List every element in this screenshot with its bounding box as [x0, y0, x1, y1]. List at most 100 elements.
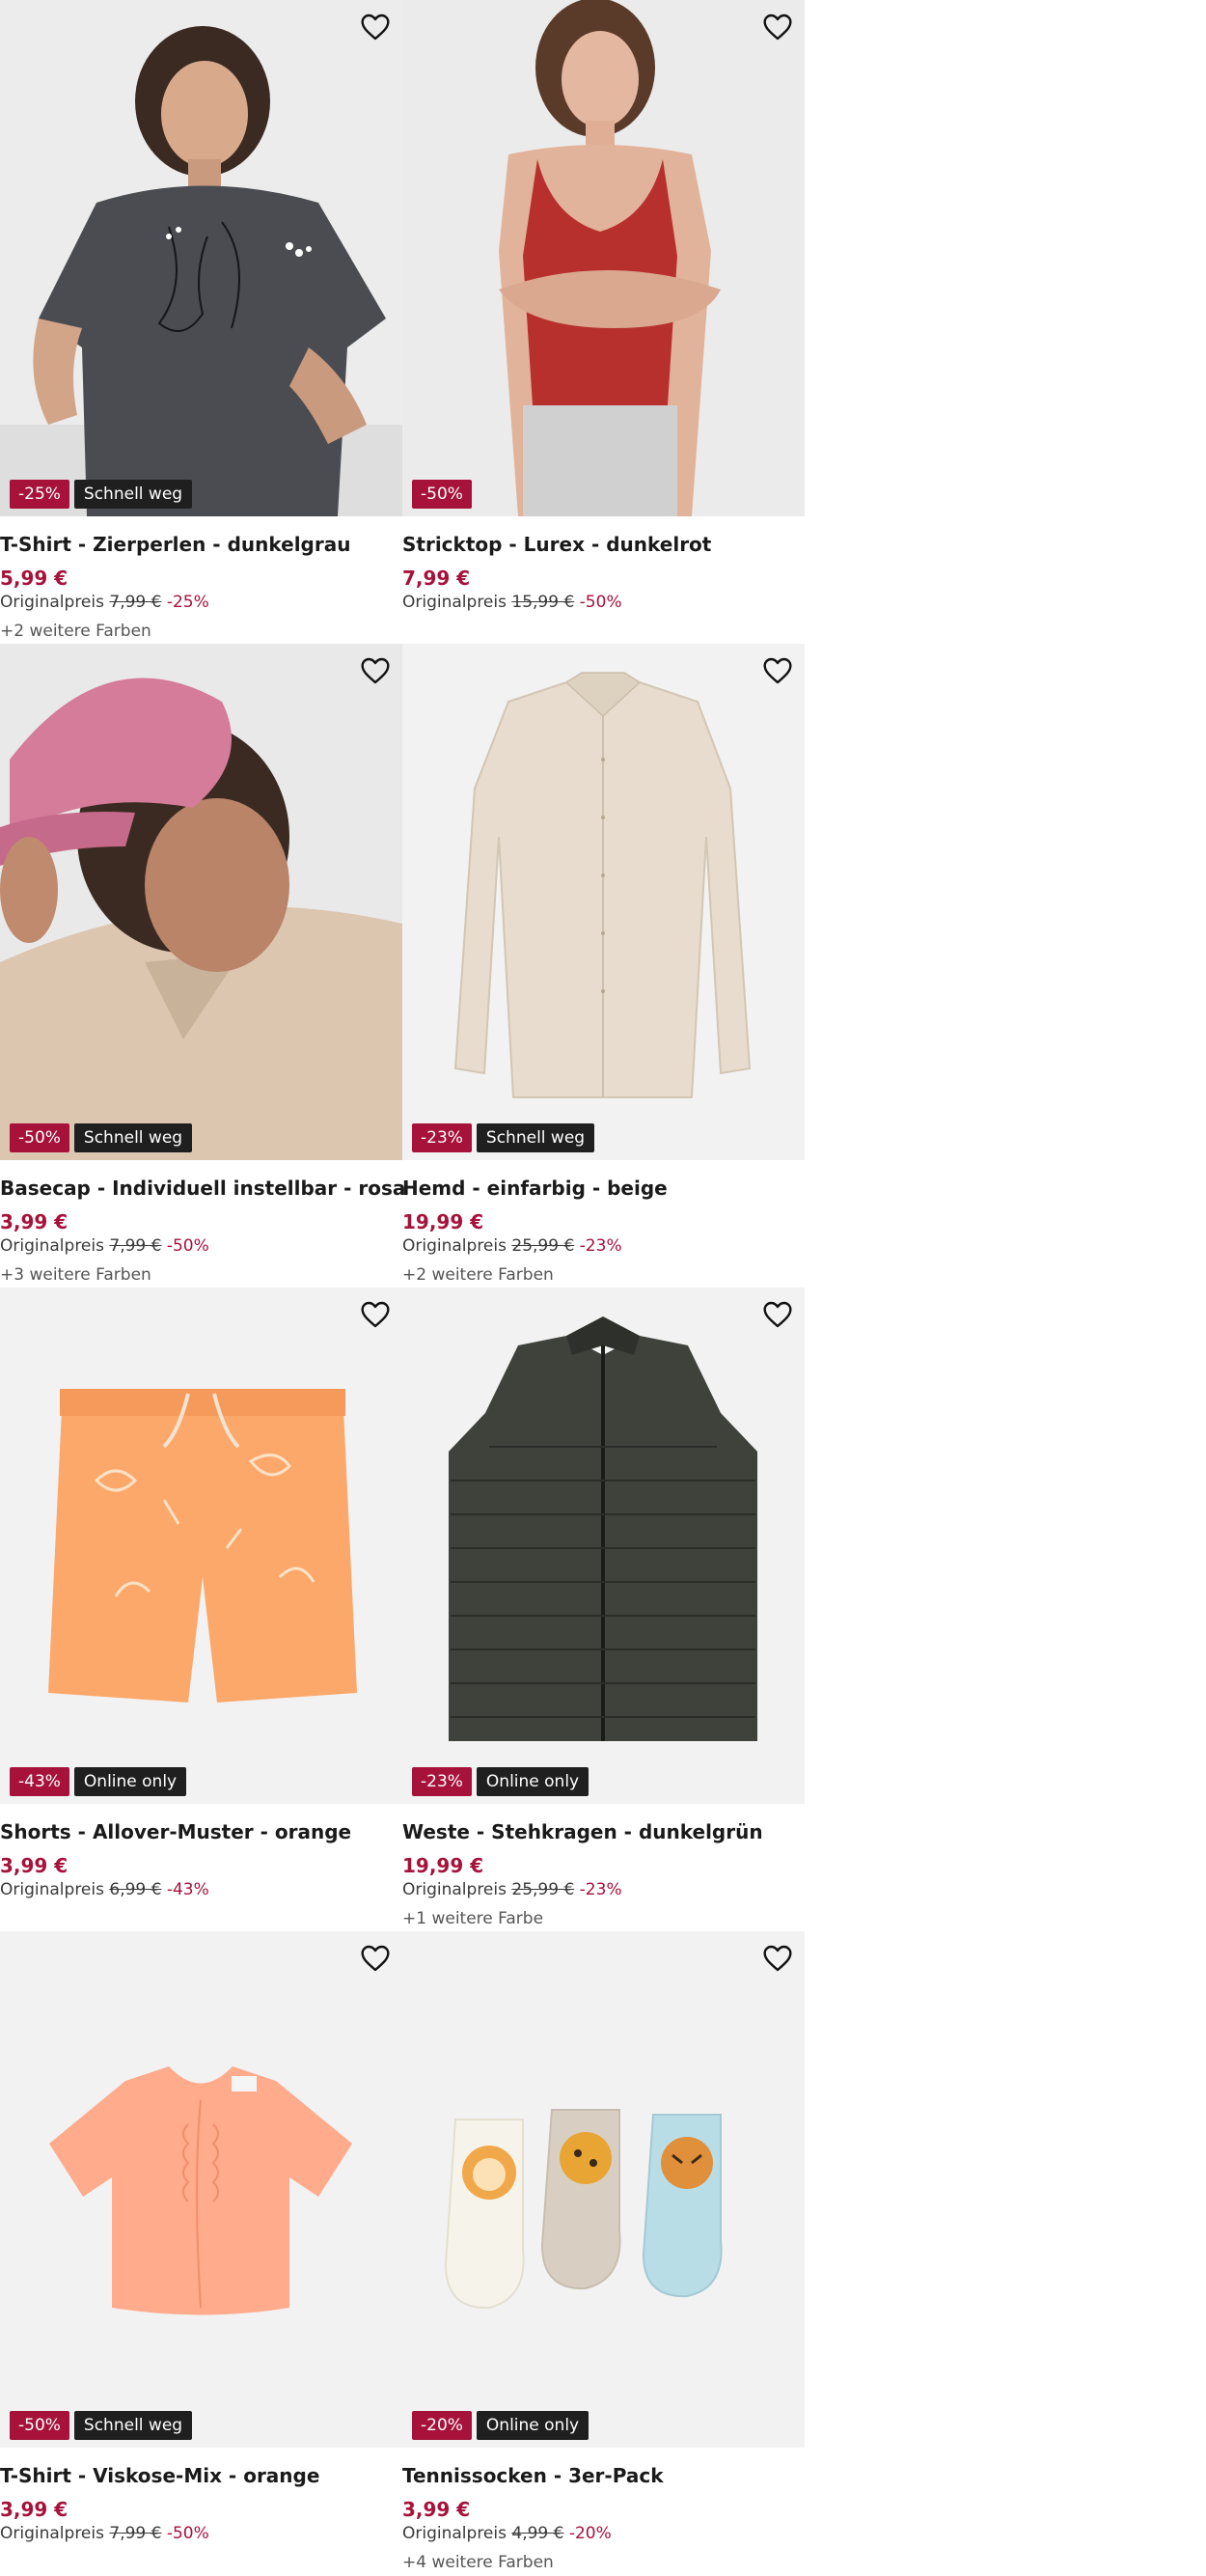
product-price: 19,99 €: [402, 1210, 484, 1233]
product-photo-orange-shorts: [0, 1288, 402, 1804]
more-colors-link[interactable]: +2 weitere Farben: [402, 1265, 554, 1285]
product-price: 3,99 €: [402, 2498, 471, 2521]
badge-row: -50% Schnell weg: [10, 1123, 193, 1152]
discount-percent: -25%: [166, 593, 209, 612]
wishlist-button[interactable]: [359, 655, 392, 686]
product-image[interactable]: -43% Online only: [0, 1288, 402, 1804]
status-badge: Online only: [73, 1767, 187, 1796]
badge-row: -50%: [412, 480, 472, 509]
discount-badge: -23%: [412, 1123, 472, 1152]
product-card[interactable]: -50% Schnell weg T-Shirt - Viskose-Mix -…: [0, 1931, 402, 2575]
status-badge: Online only: [476, 2411, 589, 2440]
product-photo-red-knit-top: [402, 0, 805, 516]
product-price: 5,99 €: [0, 567, 69, 590]
more-colors-link[interactable]: +2 weitere Farben: [0, 622, 151, 641]
product-card[interactable]: -25% Schnell weg T-Shirt - Zierperlen - …: [0, 0, 402, 644]
original-price-row: Originalpreis 7,99 € -50%: [0, 2524, 209, 2543]
product-photo-green-puffer-vest: [402, 1288, 805, 1804]
product-title[interactable]: Hemd - einfarbig - beige: [402, 1177, 668, 1200]
status-badge: Online only: [476, 1767, 589, 1796]
discount-percent: -20%: [568, 2524, 612, 2543]
heart-outline-icon: [763, 14, 792, 41]
heart-outline-icon: [763, 1301, 792, 1328]
badge-row: -20% Online only: [412, 2411, 589, 2440]
product-card[interactable]: -43% Online only Shorts - Allover-Muster…: [0, 1288, 402, 1931]
original-price-row: Originalpreis 25,99 € -23%: [402, 1236, 622, 1256]
product-price: 3,99 €: [0, 1854, 69, 1877]
product-title[interactable]: T-Shirt - Zierperlen - dunkelgrau: [0, 533, 350, 556]
original-price: 15,99 €: [511, 593, 575, 612]
product-photo-grey-tshirt: [0, 0, 402, 516]
more-colors-link[interactable]: +1 weitere Farbe: [402, 1909, 543, 1928]
original-price: 7,99 €: [109, 593, 162, 612]
product-image[interactable]: -50%: [402, 0, 805, 516]
product-photo-pink-cap: [0, 644, 402, 1160]
product-card[interactable]: -23% Schnell weg Hemd - einfarbig - beig…: [402, 644, 805, 1288]
wishlist-button[interactable]: [761, 1943, 794, 1974]
wishlist-button[interactable]: [359, 12, 392, 42]
original-price-label: Originalpreis: [402, 2524, 507, 2543]
discount-badge: -20%: [412, 2411, 472, 2440]
product-image[interactable]: -25% Schnell weg: [0, 0, 402, 516]
heart-outline-icon: [361, 14, 390, 41]
wishlist-button[interactable]: [359, 1943, 392, 1974]
product-title[interactable]: Stricktop - Lurex - dunkelrot: [402, 533, 711, 556]
product-image[interactable]: -20% Online only: [402, 1931, 805, 2448]
original-price-label: Originalpreis: [0, 1880, 104, 1899]
product-title[interactable]: T-Shirt - Viskose-Mix - orange: [0, 2464, 319, 2487]
original-price-row: Originalpreis 25,99 € -23%: [402, 1880, 622, 1899]
status-badge: Schnell weg: [73, 2411, 193, 2440]
original-price-label: Originalpreis: [0, 1236, 104, 1256]
discount-badge: -50%: [412, 480, 472, 509]
discount-badge: -50%: [10, 1123, 69, 1152]
original-price-label: Originalpreis: [0, 593, 104, 612]
product-title[interactable]: Weste - Stehkragen - dunkelgrün: [402, 1820, 763, 1843]
wishlist-button[interactable]: [761, 1299, 794, 1330]
original-price: 6,99 €: [109, 1880, 162, 1899]
product-price: 3,99 €: [0, 1210, 69, 1233]
original-price-label: Originalpreis: [0, 2524, 104, 2543]
more-colors-link[interactable]: +4 weitere Farben: [402, 2553, 554, 2572]
status-badge: Schnell weg: [476, 1123, 595, 1152]
product-card[interactable]: -20% Online only Tennissocken - 3er-Pack…: [402, 1931, 805, 2575]
original-price-row: Originalpreis 6,99 € -43%: [0, 1880, 209, 1899]
more-colors-link[interactable]: +3 weitere Farben: [0, 1265, 151, 1285]
product-title[interactable]: Basecap - Individuell instellbar - rosa: [0, 1177, 405, 1200]
product-image[interactable]: -50% Schnell weg: [0, 644, 402, 1160]
product-title[interactable]: Shorts - Allover-Muster - orange: [0, 1820, 351, 1843]
discount-percent: -23%: [579, 1880, 622, 1899]
badge-row: -50% Schnell weg: [10, 2411, 193, 2440]
badge-row: -43% Online only: [10, 1767, 187, 1796]
wishlist-button[interactable]: [359, 1299, 392, 1330]
product-card[interactable]: -50% Stricktop - Lurex - dunkelrot 7,99 …: [402, 0, 805, 644]
discount-badge: -43%: [10, 1767, 69, 1796]
product-photo-kids-socks: [402, 1931, 805, 2448]
discount-badge: -25%: [10, 480, 69, 509]
status-badge: Schnell weg: [73, 1123, 193, 1152]
product-photo-beige-shirt: [402, 644, 805, 1160]
product-image[interactable]: -23% Online only: [402, 1288, 805, 1804]
product-card[interactable]: -23% Online only Weste - Stehkragen - du…: [402, 1288, 805, 1931]
heart-outline-icon: [763, 1945, 792, 1972]
original-price: 4,99 €: [511, 2524, 564, 2543]
heart-outline-icon: [361, 1301, 390, 1328]
badge-row: -23% Online only: [412, 1767, 589, 1796]
product-price: 7,99 €: [402, 567, 471, 590]
wishlist-button[interactable]: [761, 12, 794, 42]
product-price: 3,99 €: [0, 2498, 69, 2521]
discount-percent: -50%: [166, 1236, 209, 1256]
product-image[interactable]: -23% Schnell weg: [402, 644, 805, 1160]
badge-row: -23% Schnell weg: [412, 1123, 595, 1152]
status-badge: Schnell weg: [73, 480, 193, 509]
original-price: 25,99 €: [511, 1880, 575, 1899]
original-price-row: Originalpreis 7,99 € -50%: [0, 1236, 209, 1256]
product-title[interactable]: Tennissocken - 3er-Pack: [402, 2464, 664, 2487]
original-price-row: Originalpreis 15,99 € -50%: [402, 593, 622, 612]
product-card[interactable]: -50% Schnell weg Basecap - Individuell i…: [0, 644, 405, 1288]
original-price-label: Originalpreis: [402, 1880, 507, 1899]
original-price-label: Originalpreis: [402, 1236, 507, 1256]
heart-outline-icon: [361, 657, 390, 684]
product-image[interactable]: -50% Schnell weg: [0, 1931, 402, 2448]
original-price: 25,99 €: [511, 1236, 575, 1256]
wishlist-button[interactable]: [761, 655, 794, 686]
